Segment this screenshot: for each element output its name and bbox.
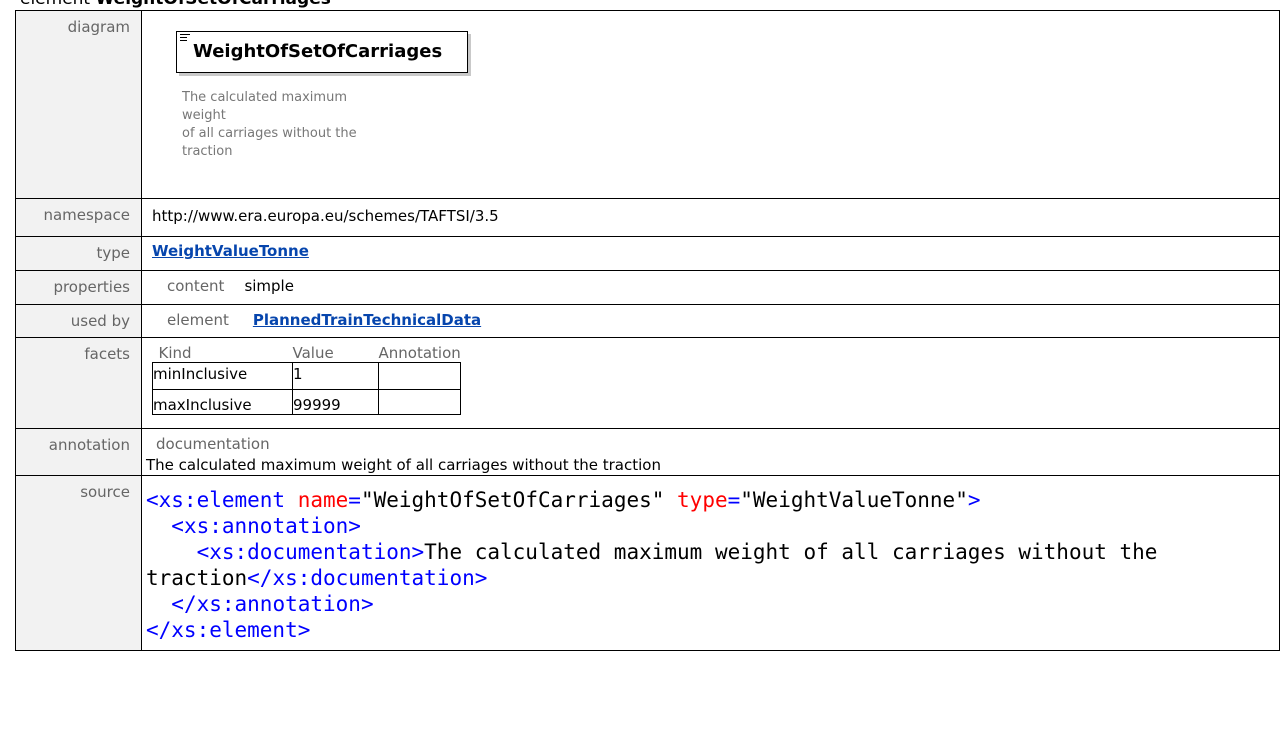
annotation-heading: documentation <box>156 435 270 453</box>
label-annotation: annotation <box>15 428 142 476</box>
facet-annotation <box>377 362 462 390</box>
row-source: source <xs:element name="WeightOfSetOfCa… <box>15 475 1280 651</box>
code-token: type <box>664 488 728 512</box>
code-token: "WeightOfSetOfCarriages" <box>360 488 665 512</box>
diagram-doc-line: The calculated maximum weight <box>182 90 347 123</box>
used-by-link[interactable]: PlannedTrainTechnicalData <box>229 311 481 329</box>
used-by-key: element <box>167 311 229 329</box>
row-used-by: used by element PlannedTrainTechnicalDat… <box>15 304 1280 338</box>
properties-value: simple <box>244 277 294 295</box>
facets-table: Kind Value Annotation minInclusive 1 max… <box>152 344 462 415</box>
page-title-prefix: element <box>20 0 96 9</box>
code-token: > <box>967 488 981 512</box>
row-namespace: namespace http://www.era.europa.eu/schem… <box>15 198 1280 237</box>
facet-row: maxInclusive 99999 <box>152 389 462 415</box>
code-token: </xs:annotation> <box>146 592 374 616</box>
page-title-name: WeightOfSetOfCarriages <box>96 0 331 9</box>
row-properties: properties content simple <box>15 270 1280 305</box>
row-facets: facets Kind Value Annotation minInclusiv… <box>15 337 1280 429</box>
element-content-icon <box>180 34 190 42</box>
facet-annotation <box>377 389 462 415</box>
label-type: type <box>15 236 142 271</box>
code-token: <xs:element <box>146 488 286 512</box>
diagram-documentation: The calculated maximum weight of all car… <box>182 89 372 161</box>
diagram-doc-line: traction <box>182 144 233 159</box>
facet-row: minInclusive 1 <box>152 362 462 390</box>
facet-kind: maxInclusive <box>152 389 293 415</box>
row-type: type WeightValueTonne <box>15 236 1280 271</box>
facet-kind: minInclusive <box>152 362 293 390</box>
label-diagram: diagram <box>15 10 142 199</box>
element-doc-table: diagram WeightOfSetOfCarriages The calcu… <box>15 10 1280 651</box>
diagram-cell: WeightOfSetOfCarriages The calculated ma… <box>141 10 1280 199</box>
label-namespace: namespace <box>15 198 142 237</box>
code-token: = <box>727 488 741 512</box>
code-token: = <box>348 488 361 512</box>
facets-header-kind: Kind <box>158 344 192 362</box>
label-source: source <box>15 475 142 651</box>
source-code: <xs:element name="WeightOfSetOfCarriages… <box>146 476 1279 643</box>
diagram: WeightOfSetOfCarriages The calculated ma… <box>152 11 1279 198</box>
facets-header-annotation: Annotation <box>378 344 461 362</box>
facet-value: 99999 <box>292 389 379 415</box>
code-token: <xs:annotation> <box>146 514 361 538</box>
namespace-value: http://www.era.europa.eu/schemes/TAFTSI/… <box>152 207 499 225</box>
row-diagram: diagram WeightOfSetOfCarriages The calcu… <box>15 10 1280 199</box>
diagram-doc-line: of all carriages without the <box>182 126 357 141</box>
code-token: </xs:element> <box>146 618 311 642</box>
label-properties: properties <box>15 270 142 305</box>
code-token: </xs:documentation> <box>247 566 488 590</box>
label-used-by: used by <box>15 304 142 338</box>
diagram-element-name: WeightOfSetOfCarriages <box>193 41 443 62</box>
label-facets: facets <box>15 337 142 429</box>
facet-value: 1 <box>292 362 379 390</box>
row-annotation: annotation documentation The calculated … <box>15 428 1280 476</box>
code-token: name <box>285 488 349 512</box>
facets-header-value: Value <box>292 344 334 362</box>
properties-key: content <box>167 277 225 295</box>
page-title: element WeightOfSetOfCarriages <box>20 0 331 9</box>
annotation-text: The calculated maximum weight of all car… <box>146 456 661 474</box>
type-link[interactable]: WeightValueTonne <box>152 242 309 260</box>
diagram-element-box[interactable]: WeightOfSetOfCarriages <box>176 31 468 73</box>
code-token: <xs:documentation> <box>146 540 425 564</box>
code-token: "WeightValueTonne" <box>740 488 968 512</box>
